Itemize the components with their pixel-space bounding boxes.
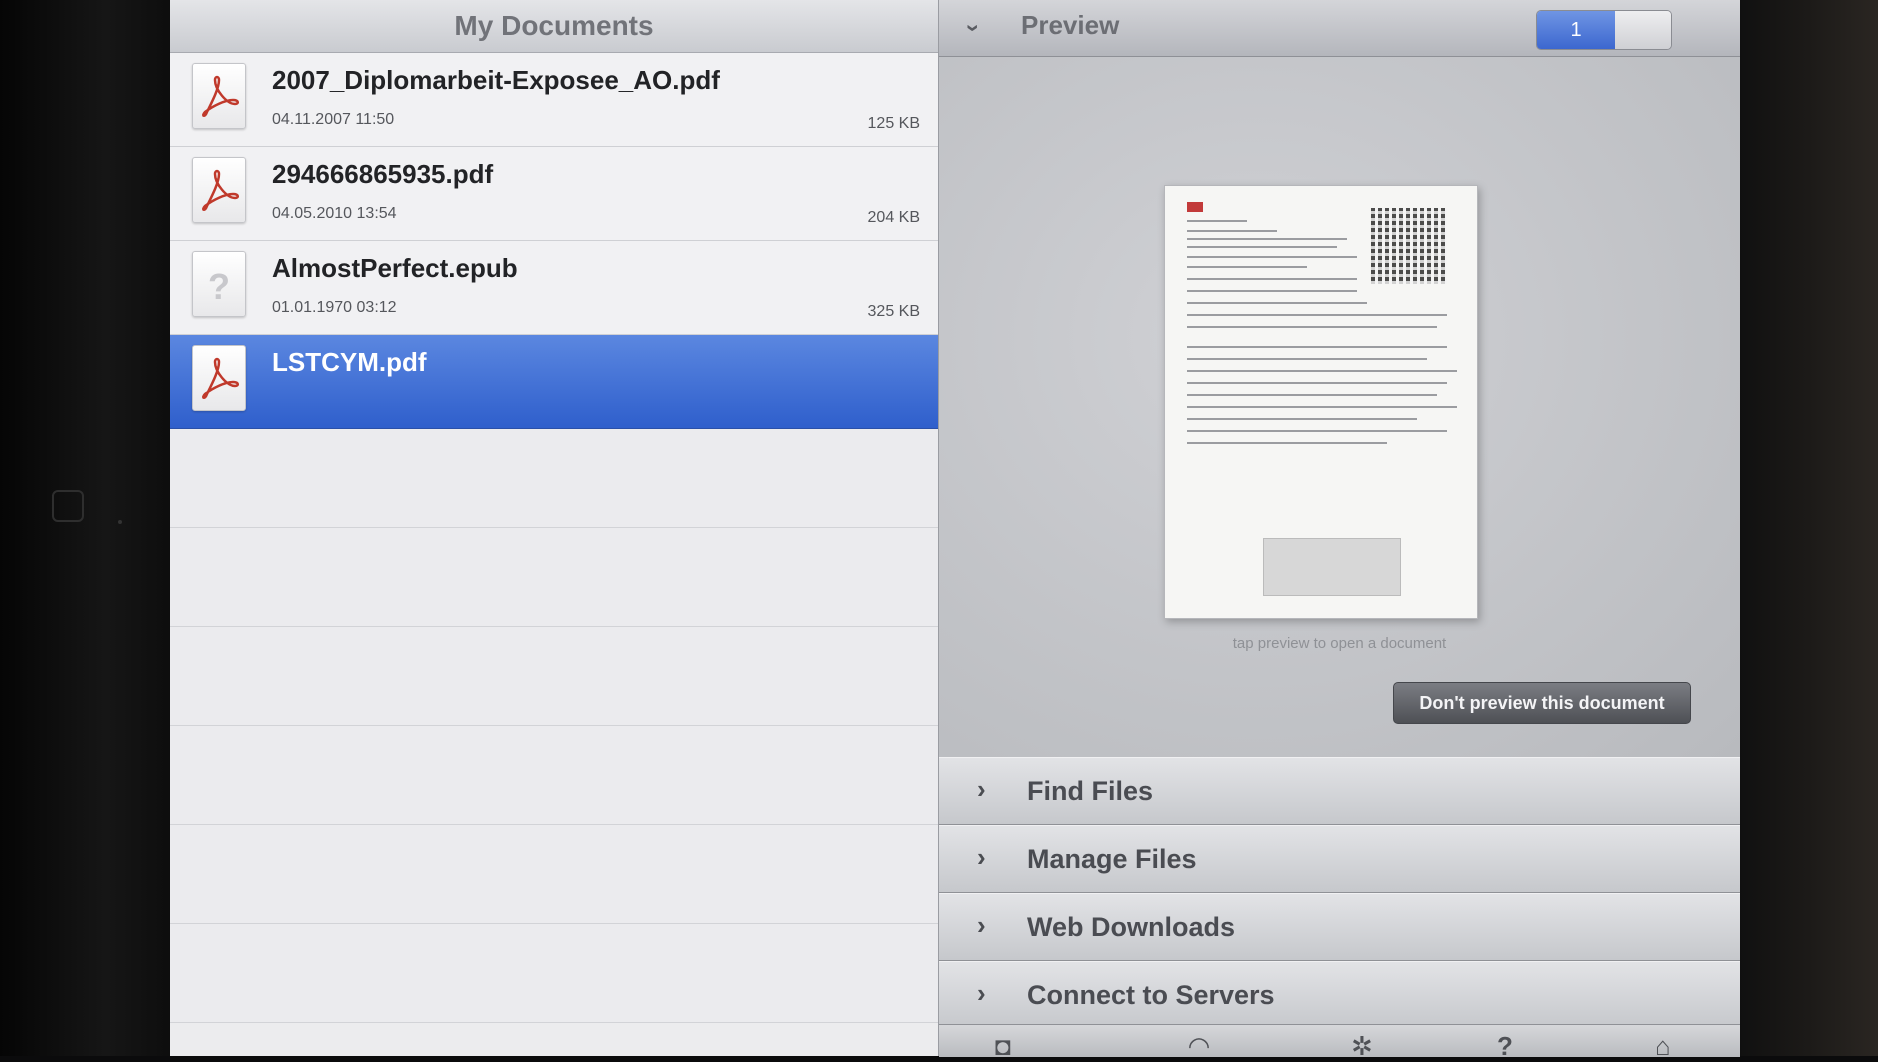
- text-line: [1187, 256, 1357, 258]
- empty-row: [170, 924, 938, 1023]
- empty-row: [170, 627, 938, 726]
- text-line: [1187, 382, 1447, 384]
- text-line: [1187, 278, 1357, 280]
- file-date: 04.11.2007 11:50: [272, 111, 395, 128]
- file-size: 325 KB: [867, 303, 920, 320]
- pdf-icon: [192, 345, 246, 411]
- tap-hint: tap preview to open a document: [1232, 635, 1447, 652]
- menu-item-find-files[interactable]: › Find Files: [939, 757, 1740, 825]
- ticket-logo: [1187, 202, 1203, 212]
- camera-icon[interactable]: ◘: [995, 1031, 1011, 1062]
- menu-item-label: Connect to Servers: [1027, 980, 1275, 1010]
- page-indicator[interactable]: 1: [1537, 11, 1615, 49]
- menu-item-label: Manage Files: [1027, 844, 1197, 874]
- empty-row: [170, 825, 938, 924]
- text-line: [1187, 220, 1247, 222]
- pdf-icon: [192, 63, 246, 129]
- chevron-down-icon[interactable]: ›: [959, 24, 987, 32]
- camera-dot: [118, 520, 122, 524]
- menu-item-manage-files[interactable]: › Manage Files: [939, 825, 1740, 893]
- file-date: 01.01.1970 03:12: [272, 299, 397, 316]
- menu-item-label: Web Downloads: [1027, 912, 1236, 942]
- file-row[interactable]: 294666865935.pdf 04.05.2010 13:54 204 KB: [170, 147, 938, 241]
- preview-pane: › Preview 1 tap preview to open a docume…: [939, 0, 1740, 1061]
- file-size: 204 KB: [867, 209, 920, 226]
- documents-pane: My Documents 2007_Diplomarbeit-Exposee_A…: [170, 0, 939, 1056]
- text-line: [1187, 290, 1357, 292]
- chevron-right-icon: ›: [977, 842, 986, 872]
- text-line: [1187, 418, 1417, 420]
- file-row-selected[interactable]: LSTCYM.pdf: [170, 335, 938, 429]
- file-size: 125 KB: [867, 115, 920, 132]
- bottom-toolbar: ◘ ◠ ✲ ? ⌂: [939, 1024, 1740, 1061]
- menu-item-label: Find Files: [1027, 776, 1154, 806]
- documents-title: My Documents: [454, 10, 654, 41]
- file-name: LSTCYM.pdf: [272, 347, 427, 377]
- file-name: 294666865935.pdf: [272, 159, 494, 189]
- page-segmented-control[interactable]: 1: [1536, 10, 1672, 50]
- gear-icon[interactable]: ✲: [1351, 1031, 1373, 1062]
- lock-icon[interactable]: ⌂: [1655, 1031, 1671, 1062]
- text-line: [1187, 430, 1447, 432]
- documents-header: My Documents: [170, 0, 938, 53]
- text-line: [1187, 394, 1437, 396]
- file-date: 04.05.2010 13:54: [272, 205, 397, 222]
- text-line: [1187, 346, 1447, 348]
- chevron-right-icon: ›: [977, 774, 986, 804]
- wifi-icon[interactable]: ◠: [1189, 1031, 1209, 1062]
- file-name: 2007_Diplomarbeit-Exposee_AO.pdf: [272, 65, 720, 95]
- preview-area: tap preview to open a document Don't pre…: [939, 57, 1740, 757]
- screen: My Documents 2007_Diplomarbeit-Exposee_A…: [170, 0, 1740, 1061]
- file-name: AlmostPerfect.epub: [272, 253, 518, 283]
- device-bezel-left: [0, 0, 175, 1056]
- text-line: [1187, 358, 1427, 360]
- text-line: [1187, 246, 1337, 248]
- text-line: [1187, 442, 1387, 444]
- page-segment-empty[interactable]: [1615, 11, 1671, 49]
- ticket-stamp: [1263, 538, 1401, 596]
- menu-item-web-downloads[interactable]: › Web Downloads: [939, 893, 1740, 961]
- text-line: [1187, 266, 1307, 268]
- dont-preview-button[interactable]: Don't preview this document: [1393, 682, 1691, 724]
- device-bezel-right: [1738, 0, 1878, 1056]
- help-icon[interactable]: ?: [1497, 1031, 1513, 1062]
- text-line: [1187, 230, 1277, 232]
- unknown-file-icon: ?: [192, 251, 246, 317]
- pdf-icon: [192, 157, 246, 223]
- file-row[interactable]: ? AlmostPerfect.epub 01.01.1970 03:12 32…: [170, 241, 938, 335]
- empty-row: [170, 726, 938, 825]
- file-list: 2007_Diplomarbeit-Exposee_AO.pdf 04.11.2…: [170, 53, 938, 1023]
- text-line: [1187, 302, 1367, 304]
- home-button-icon: [52, 490, 84, 522]
- text-line: [1187, 326, 1437, 328]
- qr-code-overlay: [1371, 208, 1447, 284]
- menu-item-connect-to-servers[interactable]: › Connect to Servers: [939, 961, 1740, 1029]
- text-line: [1187, 238, 1347, 240]
- chevron-right-icon: ›: [977, 910, 986, 940]
- chevron-right-icon: ›: [977, 978, 986, 1008]
- file-row[interactable]: 2007_Diplomarbeit-Exposee_AO.pdf 04.11.2…: [170, 53, 938, 147]
- empty-row: [170, 528, 938, 627]
- text-line: [1187, 314, 1447, 316]
- empty-row: [170, 429, 938, 528]
- text-line: [1187, 406, 1457, 408]
- action-menu: › Find Files › Manage Files › Web Downlo…: [939, 757, 1740, 1029]
- text-line: [1187, 370, 1457, 372]
- document-preview-thumbnail[interactable]: [1164, 185, 1478, 619]
- preview-header[interactable]: › Preview 1: [939, 0, 1740, 57]
- preview-title: Preview: [1021, 10, 1120, 40]
